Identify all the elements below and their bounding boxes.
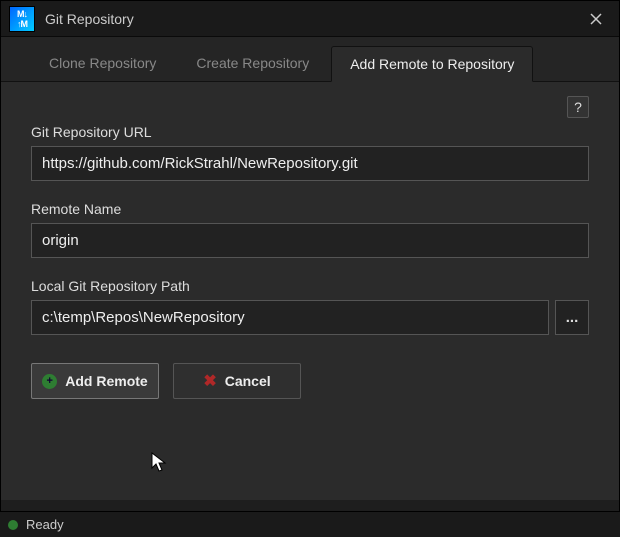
tab-add-remote[interactable]: Add Remote to Repository: [331, 46, 533, 82]
remote-name-input[interactable]: [31, 223, 589, 258]
window-title: Git Repository: [45, 11, 581, 27]
cancel-icon: ✖: [203, 371, 216, 391]
status-indicator-icon: [8, 520, 18, 530]
help-icon: ?: [574, 99, 582, 115]
local-path-label: Local Git Repository Path: [31, 278, 589, 294]
add-remote-label: Add Remote: [65, 373, 147, 389]
cancel-label: Cancel: [225, 373, 271, 389]
status-text: Ready: [26, 517, 64, 532]
browse-button[interactable]: ...: [555, 300, 589, 335]
url-label: Git Repository URL: [31, 124, 589, 140]
remote-name-label: Remote Name: [31, 201, 589, 217]
help-button[interactable]: ?: [567, 96, 589, 118]
close-icon: [590, 13, 602, 25]
titlebar: M↓↑M Git Repository: [1, 1, 619, 37]
app-icon: M↓↑M: [9, 6, 35, 32]
tab-create-repository[interactable]: Create Repository: [178, 46, 327, 82]
cancel-button[interactable]: ✖ Cancel: [173, 363, 301, 399]
statusbar: Ready: [0, 511, 620, 537]
mouse-cursor: [151, 452, 169, 474]
git-url-input[interactable]: [31, 146, 589, 181]
tab-content: ? Git Repository URL Remote Name Local G…: [1, 82, 619, 500]
tabbar: Clone Repository Create Repository Add R…: [1, 37, 619, 82]
plus-icon: +: [42, 374, 57, 389]
tab-clone-repository[interactable]: Clone Repository: [31, 46, 174, 82]
add-remote-button[interactable]: + Add Remote: [31, 363, 159, 399]
close-button[interactable]: [581, 4, 611, 34]
local-path-input[interactable]: [31, 300, 549, 335]
